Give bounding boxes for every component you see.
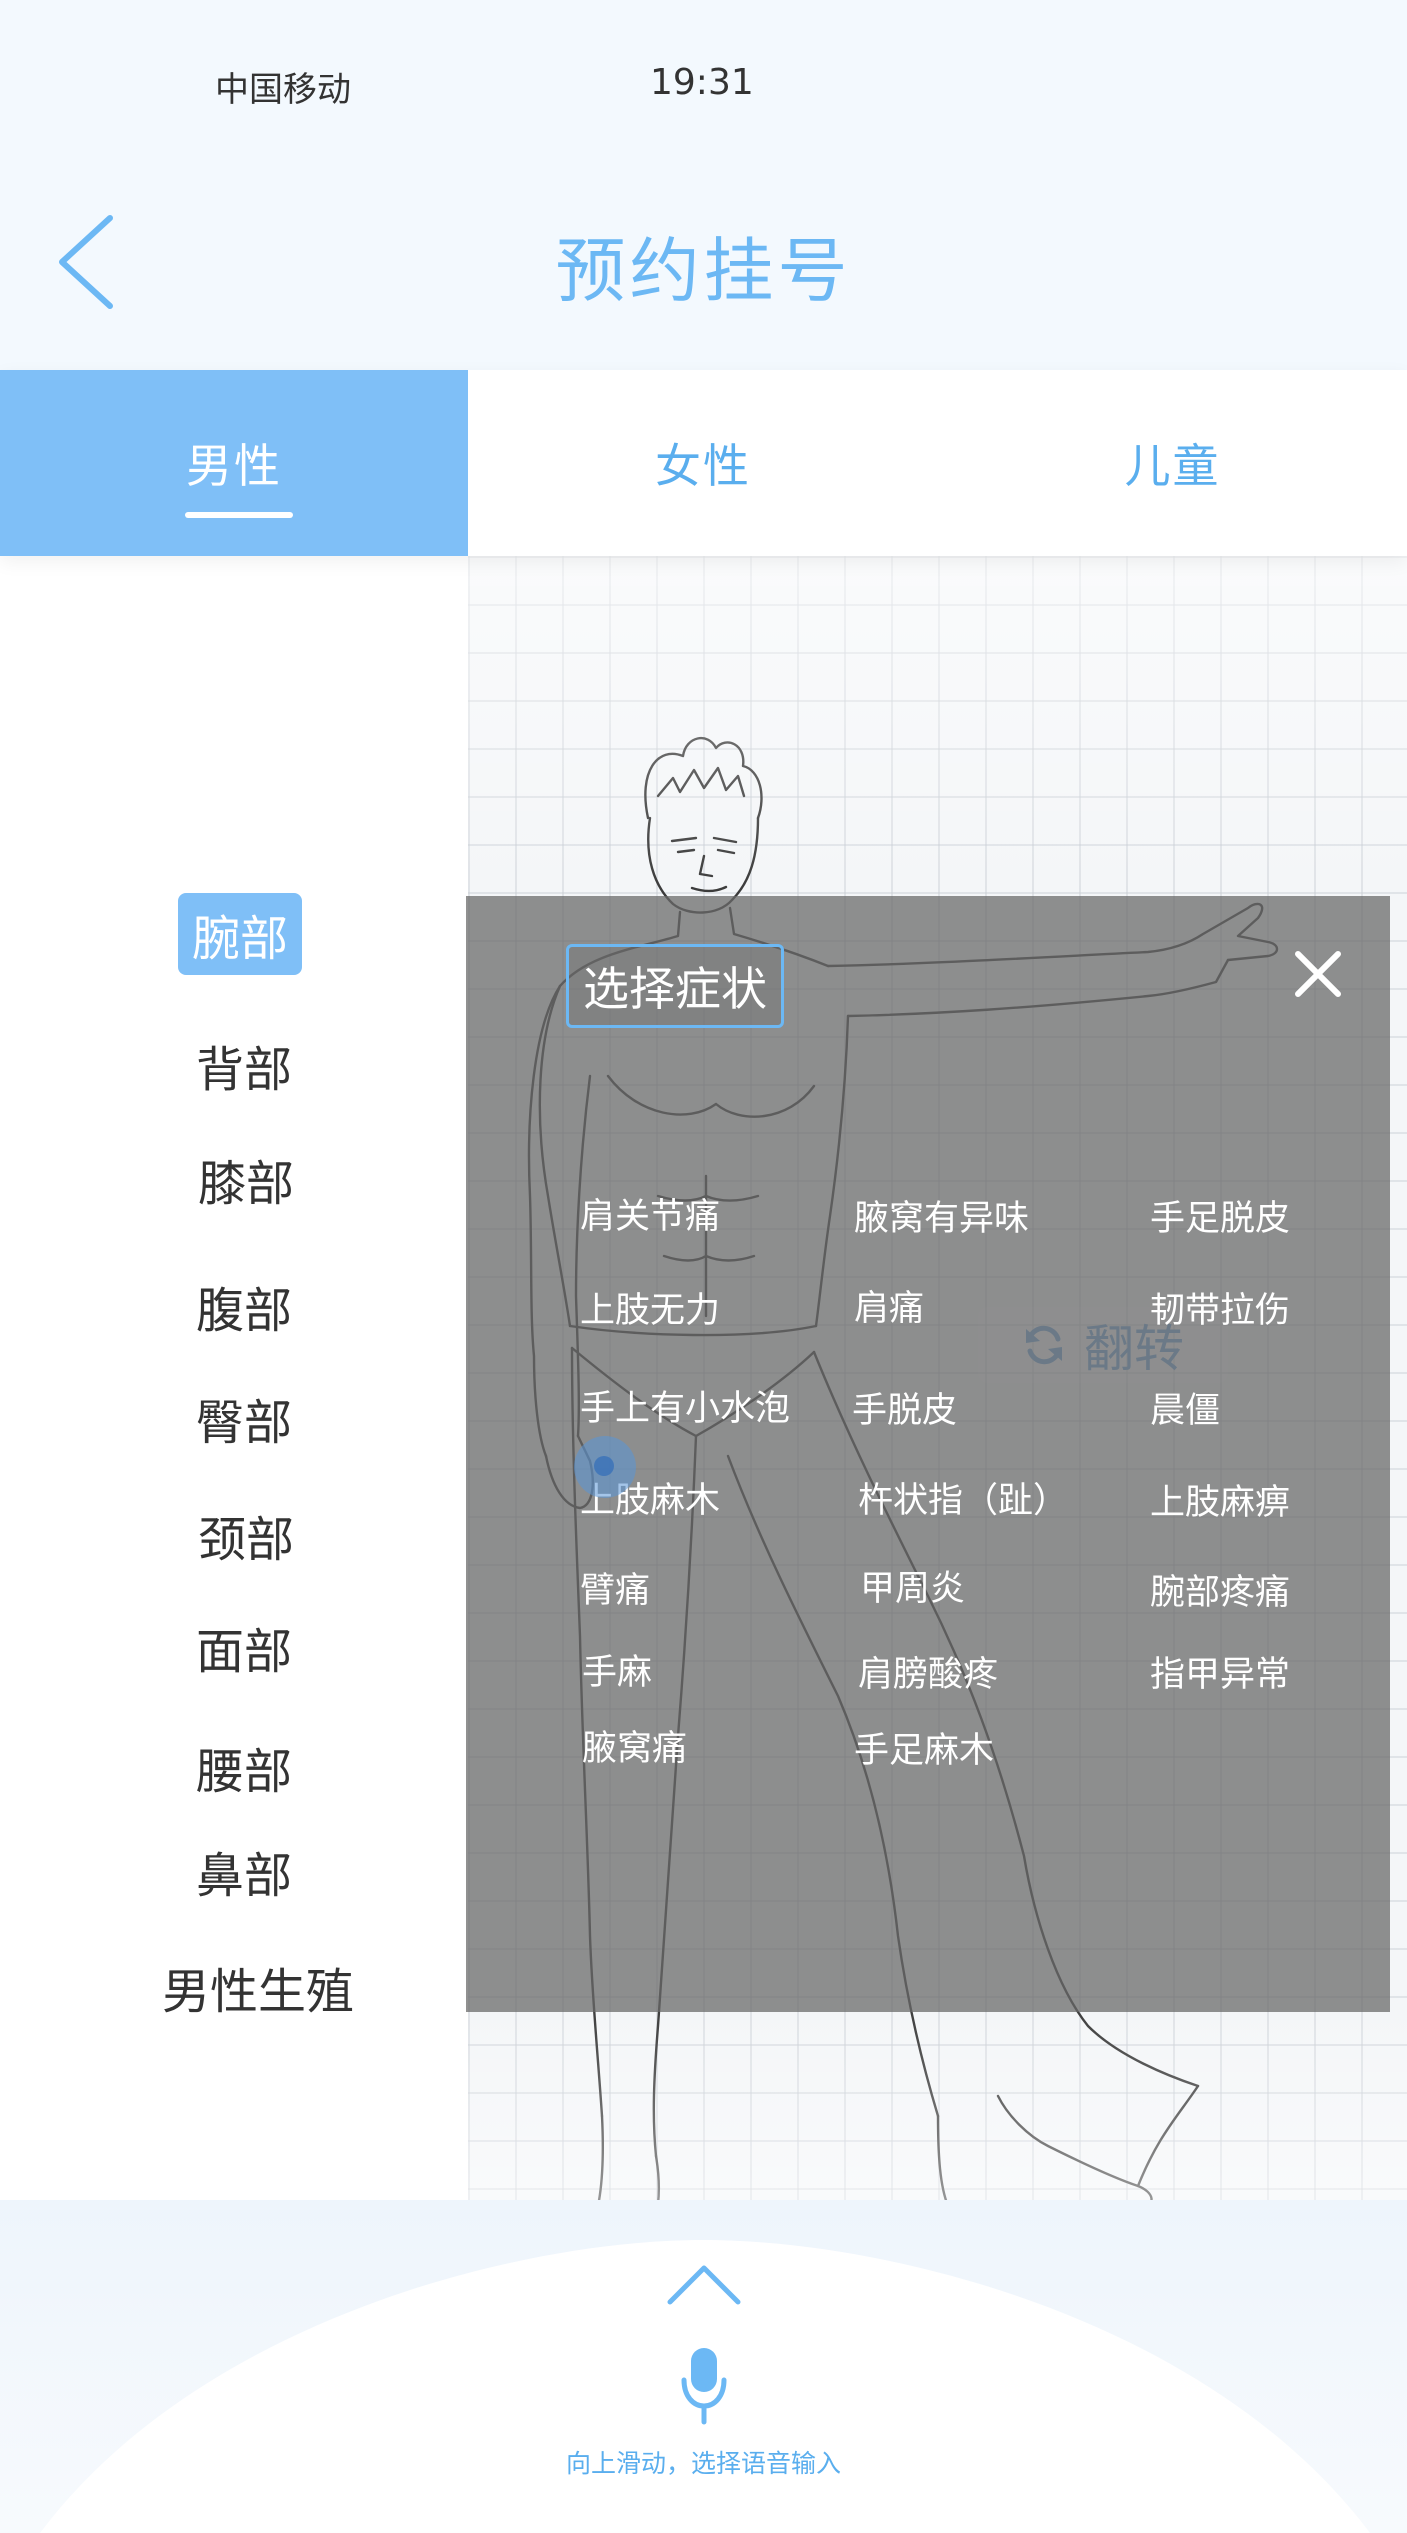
symptom-item[interactable]: 甲周炎 bbox=[860, 1560, 965, 1611]
symptom-item[interactable]: 晨僵 bbox=[1150, 1382, 1220, 1433]
close-button[interactable] bbox=[1288, 944, 1348, 1004]
body-part-label: 面部 bbox=[196, 1624, 293, 1680]
body-part-item[interactable]: 腰部 bbox=[196, 1732, 292, 1802]
body-part-item[interactable]: 鼻部 bbox=[196, 1836, 292, 1906]
tab-label: 女性 bbox=[655, 439, 751, 493]
page-title: 预约挂号 bbox=[555, 230, 852, 312]
tab-label: 儿童 bbox=[1124, 439, 1221, 493]
symptom-item[interactable]: 腕部疼痛 bbox=[1150, 1564, 1290, 1615]
tab-children[interactable]: 儿童 bbox=[938, 370, 1407, 556]
symptom-item[interactable]: 手足脱皮 bbox=[1150, 1190, 1290, 1241]
symptom-item[interactable]: 肩痛 bbox=[854, 1280, 924, 1331]
body-part-label: 腕部 bbox=[192, 911, 289, 967]
active-tab-indicator bbox=[185, 512, 293, 518]
tab-female[interactable]: 女性 bbox=[468, 370, 938, 556]
body-part-item[interactable]: 男性生殖 bbox=[162, 1952, 354, 2022]
voice-hint: 向上滑动，选择语音输入 bbox=[565, 2449, 841, 2478]
touch-indicator bbox=[574, 1436, 636, 1498]
symptom-item[interactable]: 肩膀酸疼 bbox=[858, 1646, 998, 1697]
modal-title: 选择症状 bbox=[566, 944, 784, 1028]
body-part-label: 腹部 bbox=[196, 1283, 293, 1339]
body-part-item[interactable]: 腕部 bbox=[178, 893, 303, 975]
body-part-item[interactable]: 腹部 bbox=[196, 1271, 292, 1341]
status-time: 19:31 bbox=[650, 62, 754, 103]
symptom-item[interactable]: 杵状指（趾） bbox=[858, 1472, 1068, 1523]
symptom-item[interactable]: 肩关节痛 bbox=[580, 1188, 720, 1239]
tab-male[interactable]: 男性 bbox=[0, 370, 468, 556]
symptom-item[interactable]: 指甲异常 bbox=[1150, 1646, 1290, 1697]
symptom-item[interactable]: 腋窝痛 bbox=[582, 1720, 687, 1771]
tab-label: 男性 bbox=[186, 439, 282, 493]
body-part-label: 臀部 bbox=[196, 1395, 293, 1451]
body-part-item[interactable]: 面部 bbox=[196, 1612, 292, 1682]
symptom-item[interactable]: 上肢无力 bbox=[580, 1282, 720, 1333]
header: 中国移动 19:31 预约挂号 bbox=[0, 0, 1407, 370]
close-icon bbox=[1295, 951, 1341, 997]
body-part-label: 膝部 bbox=[198, 1156, 295, 1212]
symptom-item[interactable]: 上肢麻痹 bbox=[1150, 1474, 1290, 1525]
symptom-item[interactable]: 腋窝有异味 bbox=[854, 1190, 1029, 1241]
body-part-label: 背部 bbox=[196, 1042, 293, 1098]
body-part-label: 男性生殖 bbox=[162, 1964, 355, 2020]
symptom-modal: 选择症状 肩关节痛 腋窝有异味 手足脱皮 上肢无力 肩痛 韧带拉伤 手上有小水泡… bbox=[466, 896, 1390, 2012]
status-carrier: 中国移动 bbox=[215, 70, 351, 110]
symptom-item[interactable]: 韧带拉伤 bbox=[1150, 1282, 1290, 1333]
chevron-up-icon bbox=[667, 2265, 741, 2305]
body-part-item[interactable]: 臀部 bbox=[196, 1383, 292, 1453]
body-part-item[interactable]: 背部 bbox=[196, 1030, 292, 1100]
symptom-item[interactable]: 手上有小水泡 bbox=[580, 1380, 790, 1431]
swipe-up-button[interactable] bbox=[666, 2262, 742, 2306]
gender-tabbar: 男性 女性 儿童 bbox=[0, 370, 1407, 556]
symptom-item[interactable]: 臂痛 bbox=[580, 1562, 650, 1613]
body-part-label: 腰部 bbox=[196, 1744, 293, 1800]
microphone-icon bbox=[681, 2348, 727, 2425]
symptom-item[interactable]: 手足麻木 bbox=[854, 1722, 994, 1773]
body-part-item[interactable]: 膝部 bbox=[198, 1144, 294, 1214]
symptom-item[interactable]: 手脱皮 bbox=[852, 1382, 957, 1433]
body-part-label: 鼻部 bbox=[196, 1848, 293, 1904]
voice-input-button[interactable] bbox=[681, 2346, 727, 2426]
body-part-list: 腕部 背部 膝部 腹部 臀部 颈部 面部 腰部 鼻部 男性生殖 bbox=[0, 556, 468, 2256]
body-part-item[interactable]: 颈部 bbox=[198, 1500, 294, 1570]
symptom-item[interactable]: 手麻 bbox=[582, 1644, 652, 1695]
body-part-label: 颈部 bbox=[198, 1512, 295, 1568]
